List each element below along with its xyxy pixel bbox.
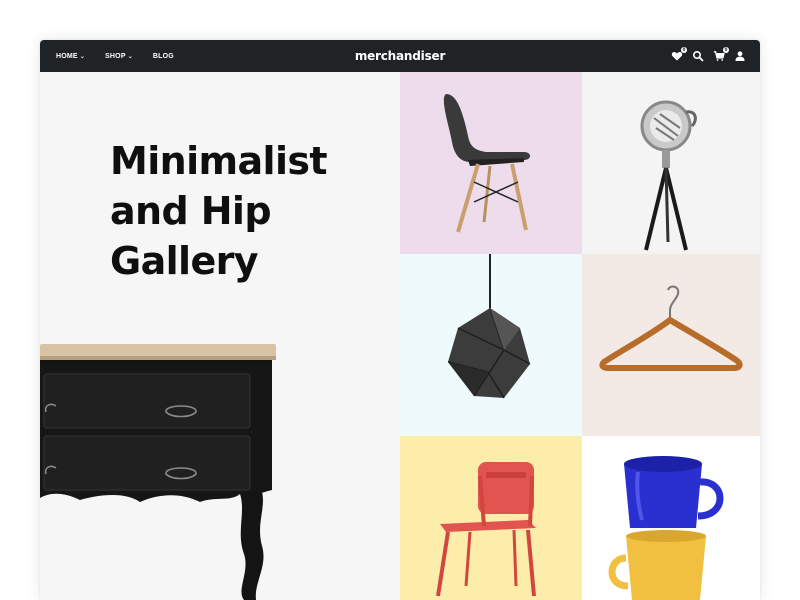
account-icon[interactable]	[734, 50, 746, 62]
chevron-down-icon: ⌄	[127, 53, 133, 60]
product-tile[interactable]	[582, 254, 760, 436]
nav-item-label: HOME	[56, 52, 78, 60]
product-tile[interactable]	[582, 72, 760, 254]
chevron-down-icon: ⌄	[79, 53, 86, 60]
product-tile[interactable]	[400, 254, 582, 436]
main-menu: HOME ⌄ SHOP ⌄ BLOG	[56, 40, 194, 72]
hero-title-line: Gallery	[110, 239, 259, 283]
nav-item-label: SHOP	[105, 52, 126, 60]
wishlist-heart-icon[interactable]: 0	[671, 47, 687, 62]
product-gallery	[400, 72, 760, 600]
hero-title-line: and Hip	[110, 189, 272, 233]
hero-title-line: Minimalist	[110, 139, 328, 183]
nav-item-label: BLOG	[152, 52, 174, 60]
nav-item-blog[interactable]: BLOG	[153, 53, 174, 60]
product-tile[interactable]	[400, 436, 582, 600]
search-icon[interactable]	[692, 50, 704, 62]
cart-count-badge: 0	[723, 47, 729, 53]
product-tile[interactable]	[400, 72, 582, 254]
dresser-image	[40, 344, 276, 600]
nav-item-home[interactable]: HOME ⌄	[56, 53, 85, 60]
nav-item-shop[interactable]: SHOP ⌄	[105, 53, 133, 60]
cart-icon[interactable]: 0	[713, 47, 729, 62]
top-navbar: HOME ⌄ SHOP ⌄ BLOG merchandiser 0 0	[40, 40, 760, 72]
pendant-lamp-icon	[400, 254, 582, 436]
product-tile[interactable]	[582, 436, 760, 600]
hero-section: Minimalist and Hip Gallery	[40, 72, 400, 600]
header-icons: 0 0	[662, 40, 746, 72]
tripod-spotlight-icon	[582, 72, 760, 254]
hanger-icon	[582, 254, 760, 436]
chair-red-icon	[400, 436, 582, 600]
wishlist-count-badge: 0	[681, 47, 687, 53]
browser-frame: HOME ⌄ SHOP ⌄ BLOG merchandiser 0 0 Mini…	[40, 40, 760, 600]
chair-black-icon	[400, 72, 582, 254]
mugs-icon	[582, 436, 760, 600]
hero-title: Minimalist and Hip Gallery	[110, 136, 370, 286]
